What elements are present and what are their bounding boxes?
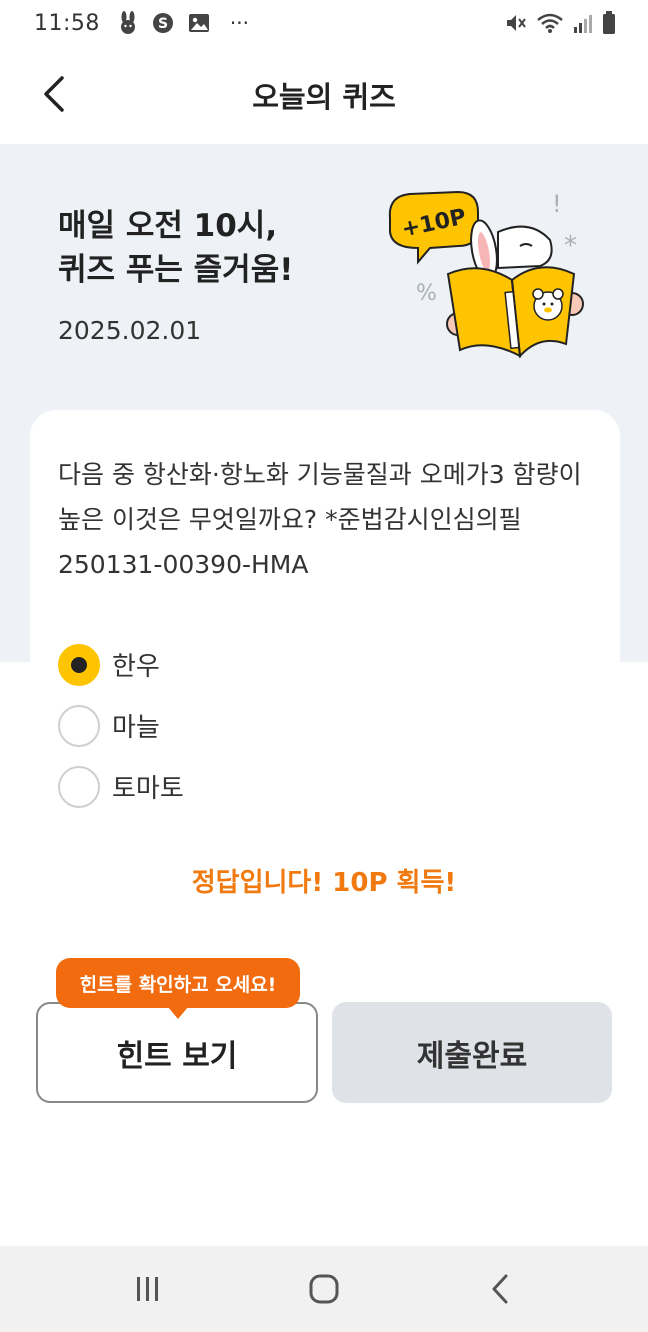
svg-text:*: * xyxy=(564,231,577,261)
rabbit-reading-illustration: +10P ! * % xyxy=(388,190,584,359)
signal-icon xyxy=(572,12,594,34)
option-label: 토마토 xyxy=(112,774,184,804)
hero-heading-line1: 매일 오전 10시, xyxy=(58,208,278,244)
back-icon xyxy=(44,76,64,112)
battery-icon xyxy=(602,11,616,35)
status-time: 11:58 xyxy=(34,10,100,36)
home-icon xyxy=(309,1274,339,1304)
svg-text:S: S xyxy=(158,16,168,32)
s-icon: S xyxy=(152,12,174,34)
option-item[interactable]: 토마토 xyxy=(58,756,184,817)
radio-button[interactable] xyxy=(58,765,100,808)
hero-heading-line2: 퀴즈 푸는 즐거움! xyxy=(58,252,294,288)
svg-text:!: ! xyxy=(552,190,562,218)
app-header: 오늘의 퀴즈 xyxy=(0,46,648,144)
hint-tooltip: 힌트를 확인하고 오세요! xyxy=(56,958,300,1019)
answer-options: 한우 마늘 토마토 xyxy=(58,634,184,817)
system-nav-bar xyxy=(0,1246,648,1332)
more-icon: ··· xyxy=(229,11,249,35)
back-nav-icon xyxy=(492,1274,508,1304)
gallery-icon xyxy=(188,13,210,33)
svg-text:%: % xyxy=(416,281,437,306)
home-button[interactable] xyxy=(284,1259,364,1319)
option-item[interactable]: 마늘 xyxy=(58,695,184,756)
back-nav-button[interactable] xyxy=(460,1259,540,1319)
wifi-icon xyxy=(536,12,564,34)
quiz-date: 2025.02.01 xyxy=(58,316,202,345)
result-message: 정답입니다! 10P 획득! xyxy=(191,868,457,898)
recent-apps-icon xyxy=(137,1277,158,1301)
option-item[interactable]: 한우 xyxy=(58,634,184,695)
question-text: 다음 중 항산화·항노화 기능물질과 오메가3 함량이 높은 이것은 무엇일까요… xyxy=(58,460,582,579)
option-label: 한우 xyxy=(112,652,160,682)
radio-button-checked[interactable] xyxy=(58,643,100,686)
option-label: 마늘 xyxy=(112,713,160,743)
points-badge: +10P xyxy=(388,190,479,265)
recent-apps-button[interactable] xyxy=(108,1259,188,1319)
page-title: 오늘의 퀴즈 xyxy=(252,80,396,114)
mute-icon xyxy=(504,12,528,34)
hero-heading: 매일 오전 10시, 퀴즈 푸는 즐거움! xyxy=(58,204,388,292)
rabbit-icon xyxy=(118,11,138,35)
submit-button[interactable]: 제출완료 xyxy=(332,1002,612,1103)
back-button[interactable] xyxy=(30,70,78,118)
status-bar: 11:58 S ··· xyxy=(0,0,648,46)
radio-button[interactable] xyxy=(58,704,100,747)
